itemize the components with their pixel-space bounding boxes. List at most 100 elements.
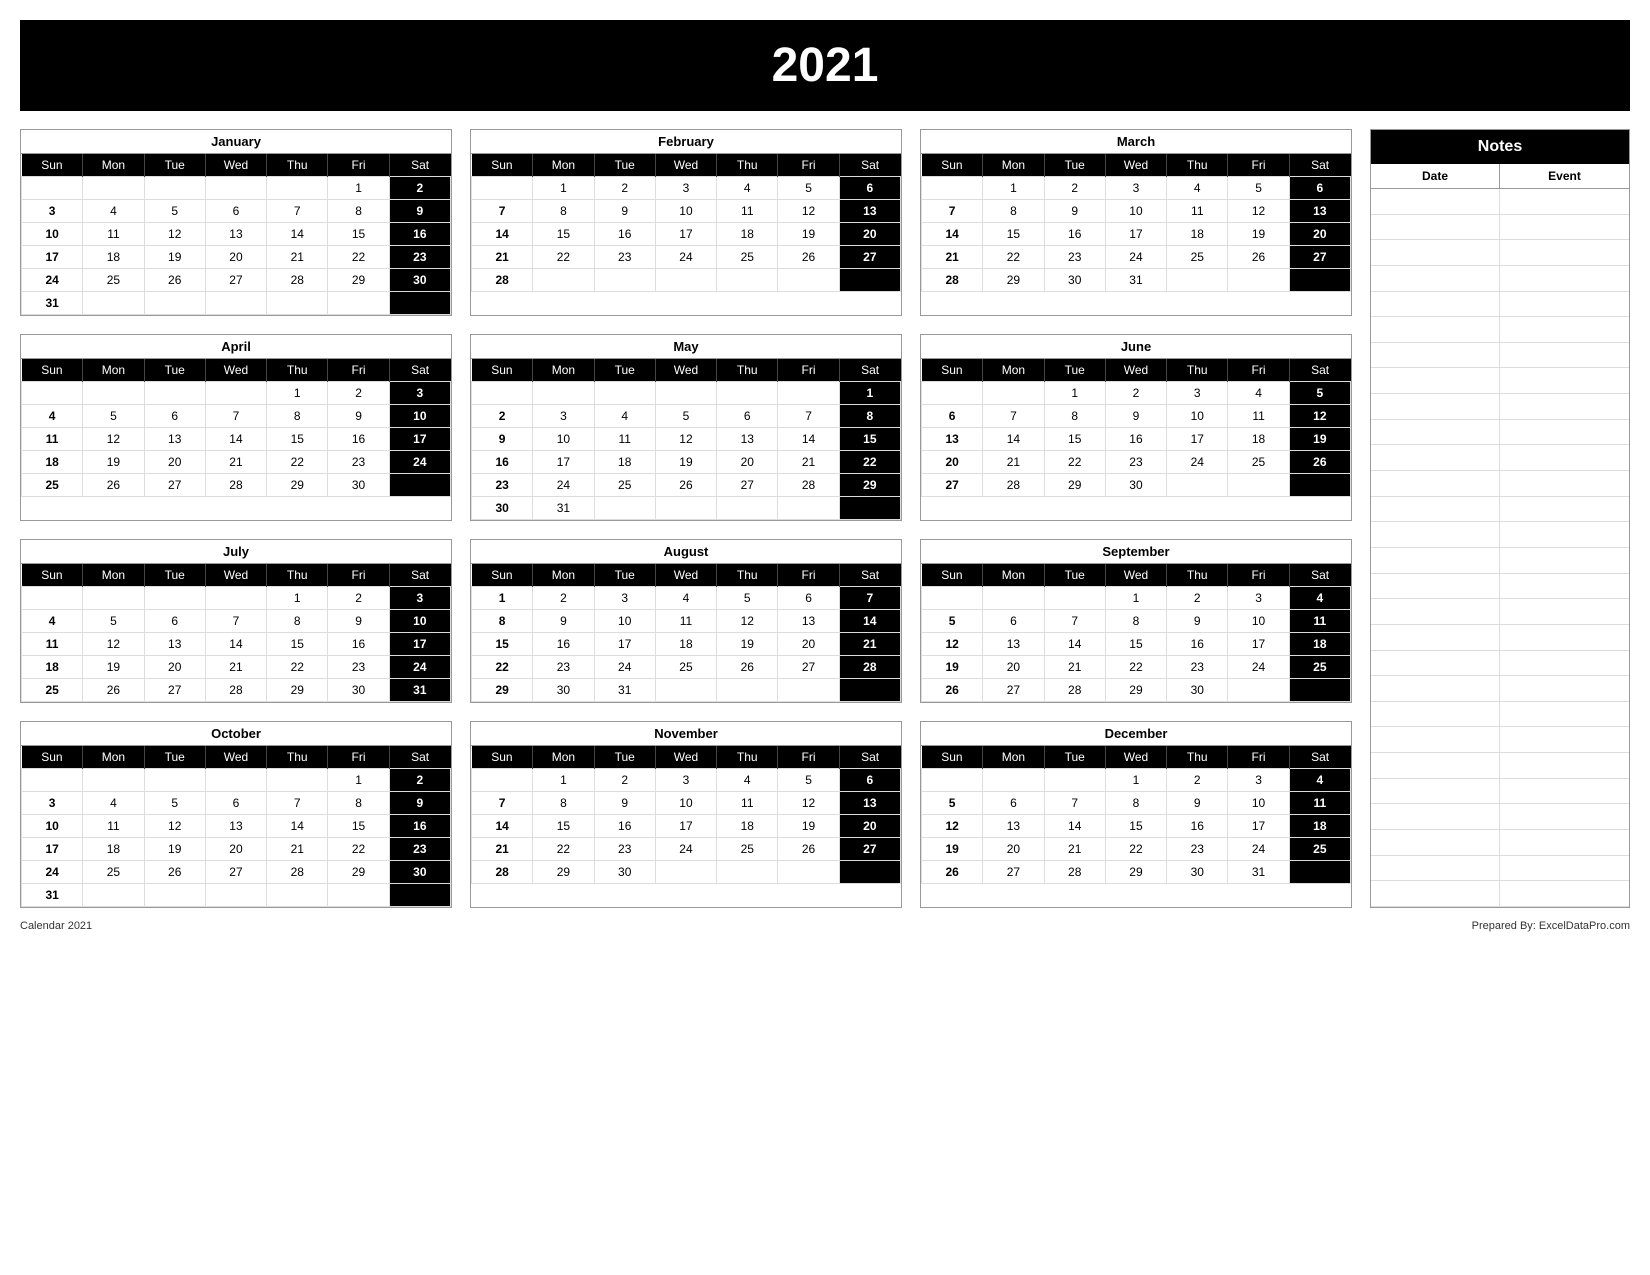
notes-event-cell[interactable] — [1500, 343, 1629, 368]
notes-date-cell[interactable] — [1371, 189, 1500, 214]
day-header-fri: Fri — [328, 359, 389, 382]
notes-date-cell[interactable] — [1371, 727, 1500, 752]
day-header-tue: Tue — [1044, 359, 1105, 382]
cal-day: 24 — [1228, 656, 1289, 679]
notes-event-cell[interactable] — [1500, 420, 1629, 445]
cal-day: 5 — [717, 587, 778, 610]
cal-day: 24 — [1167, 451, 1228, 474]
cal-day: 10 — [389, 610, 450, 633]
cal-day: 8 — [533, 200, 594, 223]
notes-event-cell[interactable] — [1500, 292, 1629, 317]
notes-event-cell[interactable] — [1500, 215, 1629, 240]
cal-day: 15 — [328, 223, 389, 246]
notes-date-cell[interactable] — [1371, 420, 1500, 445]
cal-day: 9 — [1167, 792, 1228, 815]
notes-event-cell[interactable] — [1500, 548, 1629, 573]
notes-date-cell[interactable] — [1371, 702, 1500, 727]
notes-date-cell[interactable] — [1371, 651, 1500, 676]
notes-event-cell[interactable] — [1500, 804, 1629, 829]
cal-day: 9 — [328, 610, 389, 633]
notes-event-cell[interactable] — [1500, 574, 1629, 599]
cal-day: 11 — [717, 792, 778, 815]
cal-day: 10 — [22, 815, 83, 838]
day-header-mon: Mon — [533, 564, 594, 587]
notes-event-cell[interactable] — [1500, 317, 1629, 342]
notes-event-cell[interactable] — [1500, 394, 1629, 419]
day-header-sat: Sat — [839, 564, 900, 587]
cal-day: 26 — [717, 656, 778, 679]
day-header-fri: Fri — [1228, 564, 1289, 587]
notes-event-cell[interactable] — [1500, 676, 1629, 701]
notes-event-cell[interactable] — [1500, 727, 1629, 752]
cal-day: 21 — [1044, 656, 1105, 679]
cal-day: 13 — [922, 428, 983, 451]
cal-day: 29 — [533, 861, 594, 884]
notes-event-cell[interactable] — [1500, 779, 1629, 804]
month-title: May — [471, 335, 901, 359]
notes-date-cell[interactable] — [1371, 368, 1500, 393]
notes-date-cell[interactable] — [1371, 676, 1500, 701]
notes-date-cell[interactable] — [1371, 522, 1500, 547]
notes-date-cell[interactable] — [1371, 471, 1500, 496]
notes-event-cell[interactable] — [1500, 651, 1629, 676]
notes-date-cell[interactable] — [1371, 548, 1500, 573]
notes-event-cell[interactable] — [1500, 830, 1629, 855]
cal-day: 2 — [389, 769, 450, 792]
cal-day: 20 — [839, 815, 900, 838]
cal-day: 28 — [1044, 679, 1105, 702]
month-june: JuneSunMonTueWedThuFriSat123456789101112… — [920, 334, 1352, 521]
cal-day: 18 — [594, 451, 655, 474]
notes-date-cell[interactable] — [1371, 574, 1500, 599]
notes-date-cell[interactable] — [1371, 266, 1500, 291]
notes-rows — [1371, 189, 1629, 907]
cal-day: 1 — [267, 382, 328, 405]
notes-date-header: Date — [1371, 164, 1500, 188]
notes-date-cell[interactable] — [1371, 240, 1500, 265]
day-header-tue: Tue — [144, 564, 205, 587]
notes-date-cell[interactable] — [1371, 830, 1500, 855]
notes-event-cell[interactable] — [1500, 702, 1629, 727]
cal-day: 29 — [328, 861, 389, 884]
notes-event-cell[interactable] — [1500, 471, 1629, 496]
notes-event-cell[interactable] — [1500, 497, 1629, 522]
notes-date-cell[interactable] — [1371, 779, 1500, 804]
notes-date-cell[interactable] — [1371, 292, 1500, 317]
cal-day — [655, 679, 716, 702]
cal-day: 22 — [472, 656, 533, 679]
cal-day: 5 — [778, 177, 839, 200]
cal-day: 20 — [922, 451, 983, 474]
notes-event-cell[interactable] — [1500, 856, 1629, 881]
cal-day: 25 — [717, 838, 778, 861]
cal-day: 9 — [1044, 200, 1105, 223]
notes-date-cell[interactable] — [1371, 215, 1500, 240]
notes-date-cell[interactable] — [1371, 804, 1500, 829]
notes-event-cell[interactable] — [1500, 240, 1629, 265]
cal-day: 4 — [594, 405, 655, 428]
notes-event-cell[interactable] — [1500, 753, 1629, 778]
notes-date-cell[interactable] — [1371, 599, 1500, 624]
notes-date-cell[interactable] — [1371, 497, 1500, 522]
notes-date-cell[interactable] — [1371, 625, 1500, 650]
notes-date-cell[interactable] — [1371, 445, 1500, 470]
notes-event-cell[interactable] — [1500, 625, 1629, 650]
notes-date-cell[interactable] — [1371, 856, 1500, 881]
day-header-wed: Wed — [1105, 746, 1166, 769]
notes-row — [1371, 317, 1629, 343]
notes-date-cell[interactable] — [1371, 394, 1500, 419]
notes-date-cell[interactable] — [1371, 343, 1500, 368]
notes-event-cell[interactable] — [1500, 522, 1629, 547]
notes-event-cell[interactable] — [1500, 445, 1629, 470]
cal-day — [778, 679, 839, 702]
cal-day — [655, 382, 716, 405]
notes-event-cell[interactable] — [1500, 368, 1629, 393]
notes-event-cell[interactable] — [1500, 881, 1629, 906]
cal-day: 12 — [655, 428, 716, 451]
cal-day — [22, 382, 83, 405]
notes-event-cell[interactable] — [1500, 266, 1629, 291]
notes-date-cell[interactable] — [1371, 753, 1500, 778]
notes-date-cell[interactable] — [1371, 317, 1500, 342]
notes-event-cell[interactable] — [1500, 599, 1629, 624]
notes-date-cell[interactable] — [1371, 881, 1500, 906]
notes-event-cell[interactable] — [1500, 189, 1629, 214]
cal-day: 1 — [533, 769, 594, 792]
